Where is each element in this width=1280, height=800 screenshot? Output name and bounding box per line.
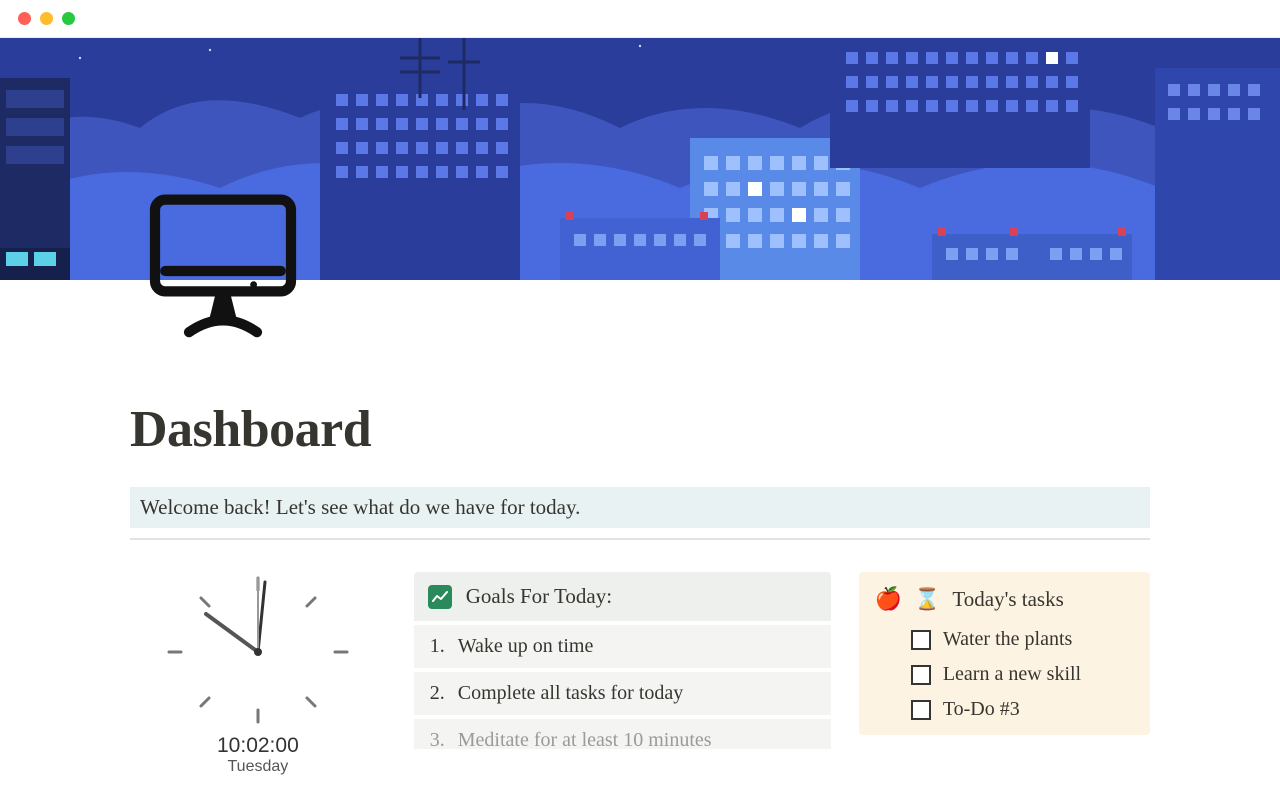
task-label: To-Do #3 (943, 698, 1020, 721)
chart-icon (428, 585, 452, 609)
window-zoom-button[interactable] (62, 12, 75, 25)
window-minimize-button[interactable] (40, 12, 53, 25)
page-title[interactable]: Dashboard (130, 400, 1150, 459)
goal-text: Wake up on time (458, 635, 594, 658)
goal-number: 2. (430, 682, 448, 705)
task-checkbox[interactable] (911, 630, 931, 650)
tasks-header-text: Today's tasks (952, 587, 1063, 612)
goal-item[interactable]: 2. Complete all tasks for today (414, 672, 831, 715)
goal-item[interactable]: 3. Meditate for at least 10 minutes (414, 719, 831, 749)
tasks-header[interactable]: 🍎 ⌛ Today's tasks (875, 586, 1134, 612)
task-checkbox[interactable] (911, 665, 931, 685)
clock-widget: 10:02:00 Tuesday (130, 572, 386, 776)
goal-item[interactable]: 1. Wake up on time (414, 625, 831, 668)
task-checkbox[interactable] (911, 700, 931, 720)
task-item[interactable]: Learn a new skill (875, 657, 1134, 692)
goals-header[interactable]: Goals For Today: (414, 572, 831, 621)
task-label: Learn a new skill (943, 663, 1081, 686)
goals-block[interactable]: Goals For Today: 1. Wake up on time 2. C… (414, 572, 831, 749)
apple-icon: 🍎 (875, 586, 902, 612)
welcome-callout[interactable]: Welcome back! Let's see what do we have … (130, 487, 1150, 528)
goals-header-text: Goals For Today: (466, 584, 612, 609)
window-titlebar (0, 0, 1280, 38)
task-label: Water the plants (943, 628, 1072, 651)
window-close-button[interactable] (18, 12, 31, 25)
goal-number: 1. (430, 635, 448, 658)
hourglass-icon: ⌛ (914, 587, 940, 612)
task-item[interactable]: Water the plants (875, 622, 1134, 657)
goal-text: Complete all tasks for today (458, 682, 684, 705)
clock-day: Tuesday (130, 758, 386, 776)
goal-number: 3. (430, 729, 448, 739)
task-item[interactable]: To-Do #3 (875, 692, 1134, 727)
goal-text: Meditate for at least 10 minutes (458, 729, 712, 739)
divider (130, 538, 1150, 540)
tasks-block[interactable]: 🍎 ⌛ Today's tasks Water the plants Learn… (859, 572, 1150, 735)
